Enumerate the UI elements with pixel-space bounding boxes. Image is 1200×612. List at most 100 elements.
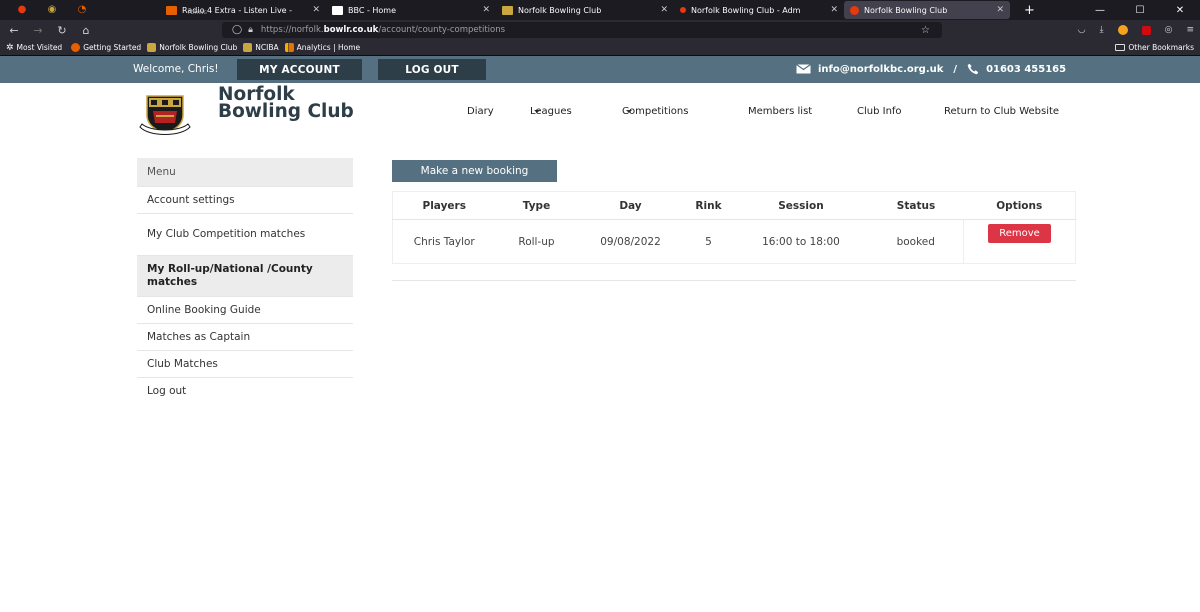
account-top-bar: Welcome, Chris! MY ACCOUNT LOG OUT info@… xyxy=(0,56,1200,83)
downloads-icon[interactable]: ⤓ xyxy=(1100,25,1104,35)
menu-item-rollup-county-matches[interactable]: My Roll-up/National /County matches xyxy=(137,256,353,297)
menu-item-club-competition-matches[interactable]: My Club Competition matches xyxy=(137,214,353,256)
menu-item-log-out[interactable]: Log out xyxy=(137,378,353,405)
address-bar[interactable]: ◯ 🔒︎ https://norfolk.bowlr.co.uk/account… xyxy=(222,22,942,38)
other-bookmarks[interactable]: Other Bookmarks xyxy=(1115,43,1194,52)
welcome-text: Welcome, Chris! xyxy=(133,63,219,75)
content-divider xyxy=(392,280,1076,281)
tab-label: Norfolk Bowling Club - Adm xyxy=(691,5,801,15)
other-bookmarks-label: Other Bookmarks xyxy=(1128,43,1194,52)
cell-players: Chris Taylor xyxy=(413,235,475,248)
account-icon[interactable]: ◎ xyxy=(1165,25,1173,35)
pocket-icon[interactable]: ◡ xyxy=(1078,25,1086,35)
nav-competitions[interactable]: Competitions xyxy=(622,106,688,117)
col-options: Options xyxy=(963,191,1076,220)
close-icon[interactable]: ✕ xyxy=(830,5,838,15)
bookmark-star-icon[interactable]: ☆ xyxy=(921,25,930,36)
cell-rink: 5 xyxy=(705,235,712,248)
cell-day: 09/08/2022 xyxy=(600,235,661,248)
col-day: Day xyxy=(577,191,684,220)
bookmark-label: Norfolk Bowling Club xyxy=(159,43,238,52)
close-icon[interactable]: ✕ xyxy=(996,5,1004,15)
tab-norfolk-admin[interactable]: Norfolk Bowling Club - Adm ✕ xyxy=(674,1,844,19)
close-window-icon[interactable]: ✕ xyxy=(1160,5,1200,16)
tab-label: BBC - Home xyxy=(348,5,397,15)
maximize-icon[interactable]: ☐ xyxy=(1120,5,1160,16)
firefox-view-icon[interactable]: ● xyxy=(14,3,30,17)
menu-item-online-booking-guide[interactable]: Online Booking Guide xyxy=(137,297,353,324)
phone-link[interactable]: 01603 455165 xyxy=(986,64,1066,75)
menu-icon[interactable]: ≡ xyxy=(1186,25,1194,35)
reload-icon[interactable]: ↻ xyxy=(52,24,72,37)
close-icon[interactable]: ✕ xyxy=(312,5,320,15)
browser-tab-bar: ● ◉ ◔ Radio 4 Extra - Listen Live - PLAY… xyxy=(0,0,1200,20)
bookmarks-bar: ✲ Most Visited Getting Started Norfolk Bo… xyxy=(0,40,1200,56)
bbc-favicon-icon xyxy=(332,5,343,15)
extension-icon[interactable] xyxy=(1141,25,1151,35)
nciba-icon xyxy=(243,43,253,52)
url-domain: bowlr.co.uk xyxy=(323,25,379,35)
log-out-button[interactable]: LOG OUT xyxy=(378,59,486,80)
tab-norfolk-1[interactable]: Norfolk Bowling Club ✕ xyxy=(496,1,674,19)
cell-options: Remove xyxy=(963,219,1076,264)
forward-icon[interactable]: → xyxy=(28,24,48,37)
site-header: Norfolk Bowling Club Diary Leagues Compe… xyxy=(0,83,1200,136)
bookmark-most-visited[interactable]: ✲ Most Visited xyxy=(6,43,62,53)
nav-members-list[interactable]: Members list xyxy=(748,106,812,117)
nav-leagues-label: Leagues xyxy=(530,106,572,117)
admin-favicon-icon xyxy=(680,7,686,13)
gear-icon: ✲ xyxy=(6,42,14,53)
bookmark-getting-started[interactable]: Getting Started xyxy=(71,43,141,52)
club-favicon-icon xyxy=(502,5,513,15)
nav-club-info[interactable]: Club Info xyxy=(857,106,902,117)
url-text[interactable]: https://norfolk.bowlr.co.uk/account/coun… xyxy=(261,25,505,35)
col-players: Players xyxy=(392,191,496,220)
bookmark-analytics[interactable]: Analytics | Home xyxy=(284,43,361,52)
menu-item-account-settings[interactable]: Account settings xyxy=(137,187,353,214)
tab-norfolk-active[interactable]: Norfolk Bowling Club ✕ xyxy=(844,1,1010,19)
lock-icon[interactable]: 🔒︎ xyxy=(248,25,253,35)
nav-return-to-site[interactable]: Return to Club Website xyxy=(944,106,1059,117)
menu-header: Menu xyxy=(137,158,353,187)
tab-label: Norfolk Bowling Club xyxy=(864,5,948,15)
tab-radio[interactable]: Radio 4 Extra - Listen Live - PLAYING ✕ xyxy=(160,1,326,19)
back-icon[interactable]: ← xyxy=(4,24,24,37)
minimize-icon[interactable]: — xyxy=(1080,5,1120,16)
menu-item-matches-as-captain[interactable]: Matches as Captain xyxy=(137,324,353,351)
close-icon[interactable]: ✕ xyxy=(482,5,490,15)
shield-icon[interactable]: ◯ xyxy=(232,25,242,35)
new-booking-button[interactable]: Make a new booking xyxy=(392,160,557,182)
bookmark-label: NCIBA xyxy=(255,43,279,52)
contact-info: info@norfolkbc.org.uk / 01603 455165 xyxy=(796,63,1066,75)
pinned-audio-tab-icon[interactable]: ◔ xyxy=(74,3,90,17)
firefox-icon xyxy=(71,43,81,52)
menu-item-club-matches[interactable]: Club Matches xyxy=(137,351,353,378)
radio-favicon-icon xyxy=(166,5,177,15)
bookmark-nciba[interactable]: NCIBA xyxy=(243,43,279,52)
col-type: Type xyxy=(495,191,578,220)
email-link[interactable]: info@norfolkbc.org.uk xyxy=(818,64,943,75)
cell-status: booked xyxy=(896,235,935,248)
bookmark-label: Analytics | Home xyxy=(296,43,361,52)
extension-icon[interactable] xyxy=(1117,25,1128,35)
nav-diary[interactable]: Diary xyxy=(467,106,494,117)
remove-booking-button[interactable]: Remove xyxy=(988,224,1051,243)
window-controls: — ☐ ✕ xyxy=(1080,0,1200,20)
phone-icon xyxy=(967,63,979,75)
nav-leagues[interactable]: Leagues xyxy=(530,106,572,117)
bookmark-label: Most Visited xyxy=(16,43,63,52)
browser-nav-bar: ← → ↻ ⌂ ◯ 🔒︎ https://norfolk.bowlr.co.uk… xyxy=(0,20,1200,40)
bookings-table: Players Type Day Rink Session Status Opt… xyxy=(392,191,1076,264)
table-header-row: Players Type Day Rink Session Status Opt… xyxy=(392,191,1076,220)
cell-type: Roll-up xyxy=(518,235,555,248)
bookmark-norfolk[interactable]: Norfolk Bowling Club xyxy=(147,43,237,52)
home-icon[interactable]: ⌂ xyxy=(76,24,96,37)
url-path: /account/county-competitions xyxy=(378,25,506,35)
new-tab-icon[interactable]: + xyxy=(1024,3,1035,18)
tab-bbc[interactable]: BBC - Home ✕ xyxy=(326,1,496,19)
pinned-tab-icon[interactable]: ◉ xyxy=(44,3,60,17)
close-icon[interactable]: ✕ xyxy=(660,5,668,15)
tab-label: Norfolk Bowling Club xyxy=(518,5,602,15)
analytics-icon xyxy=(284,43,294,52)
my-account-button[interactable]: MY ACCOUNT xyxy=(237,59,362,80)
